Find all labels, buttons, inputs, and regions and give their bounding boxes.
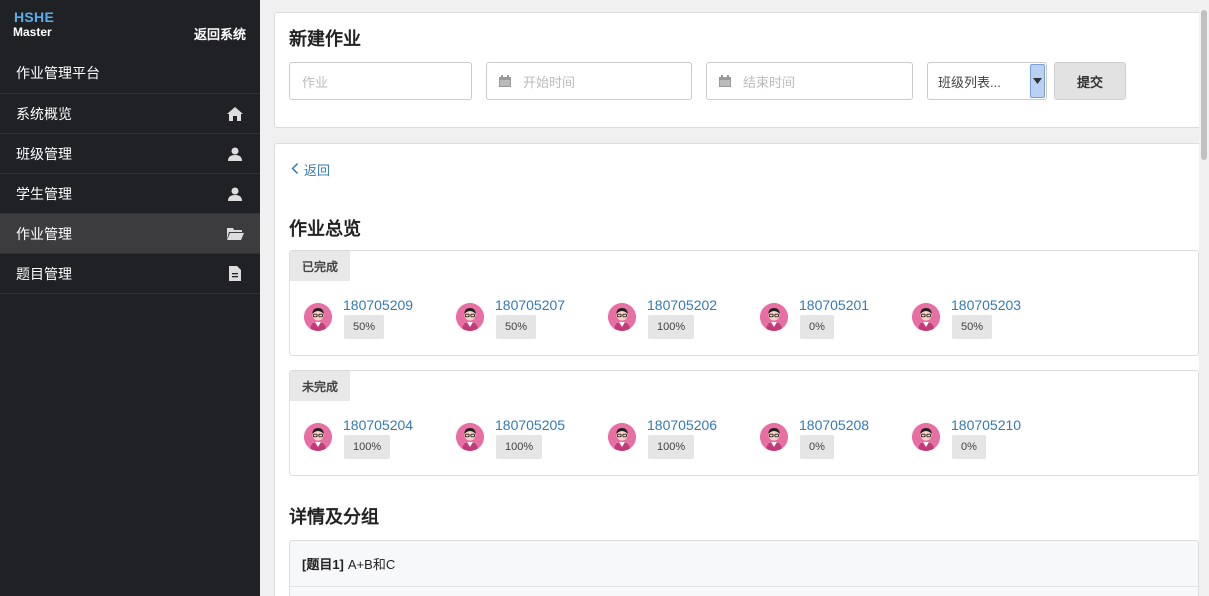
platform-title: 作业管理平台 (0, 54, 260, 94)
incomplete-group: 未完成 180705204 100% 180705205 100% 180705206 1… (289, 370, 1199, 476)
main-content: 新建作业 作业 开始时间 结束时间 班级列表... 提交 返回 作业总览 已完成… (260, 0, 1209, 596)
avatar (912, 423, 940, 451)
sidebar: HSHE Master 返回系统 作业管理平台 系统概览 班级管理 学生管理 作… (0, 0, 260, 596)
sidebar-item-label: 学生管理 (16, 185, 72, 202)
student-item: 180705202 100% (608, 295, 748, 339)
progress-badge: 50% (344, 315, 385, 339)
sidebar-item-label: 班级管理 (16, 145, 72, 162)
student-id-link[interactable]: 180705210 (951, 417, 1021, 433)
student-item: 180705201 0% (760, 295, 900, 339)
chevron-left-icon (291, 162, 304, 177)
sidebar-item-label: 题目管理 (16, 265, 72, 282)
submit-button[interactable]: 提交 (1054, 62, 1126, 100)
question-title: A+B和C (347, 557, 396, 572)
incomplete-tag: 未完成 (290, 371, 351, 401)
class-select-value: 班级列表... (938, 74, 1001, 90)
progress-badge: 0% (952, 435, 986, 459)
sidebar-item-student[interactable]: 学生管理 (0, 174, 260, 214)
home-icon (226, 105, 244, 123)
avatar (608, 423, 636, 451)
student-item: 180705203 50% (912, 295, 1052, 339)
student-id-link[interactable]: 180705205 (495, 417, 565, 433)
question-header[interactable]: [题目1] A+B和C (290, 541, 1198, 587)
file-icon (226, 265, 244, 283)
avatar (912, 303, 940, 331)
chevron-down-icon[interactable] (1030, 64, 1045, 98)
homework-name-placeholder: 作业 (302, 74, 329, 90)
homework-overview-card: 返回 作业总览 已完成 180705209 50% 180705207 50% 1807… (274, 143, 1209, 596)
completed-tag: 已完成 (290, 251, 351, 281)
student-item: 180705210 0% (912, 415, 1052, 459)
brand-subtitle: Master (13, 25, 52, 39)
progress-badge: 0% (800, 435, 834, 459)
progress-badge: 50% (496, 315, 537, 339)
class-select[interactable]: 班级列表... (927, 62, 1047, 100)
progress-badge: 50% (952, 315, 993, 339)
progress-badge: 100% (344, 435, 391, 459)
progress-badge: 100% (648, 315, 695, 339)
overview-title: 作业总览 (289, 219, 361, 239)
avatar (456, 303, 484, 331)
calendar-icon (719, 75, 731, 87)
student-item: 180705206 100% (608, 415, 748, 459)
back-label: 返回 (304, 163, 331, 178)
sidebar-item-class[interactable]: 班级管理 (0, 134, 260, 174)
sidebar-item-question[interactable]: 题目管理 (0, 254, 260, 294)
avatar (608, 303, 636, 331)
new-homework-card: 新建作业 作业 开始时间 结束时间 班级列表... 提交 (274, 12, 1209, 128)
back-link[interactable]: 返回 (291, 160, 330, 179)
question-tag: [题目1] (302, 557, 344, 572)
back-to-system-link[interactable]: 返回系统 (194, 24, 246, 43)
scrollbar-thumb[interactable] (1201, 10, 1207, 160)
sidebar-item-label: 系统概览 (16, 105, 72, 122)
student-id-link[interactable]: 180705209 (343, 297, 413, 313)
avatar (304, 303, 332, 331)
student-id-link[interactable]: 180705201 (799, 297, 869, 313)
user-icon (226, 185, 244, 203)
progress-badge: 0% (800, 315, 834, 339)
end-time-input[interactable]: 结束时间 (706, 62, 913, 100)
avatar (456, 423, 484, 451)
student-id-link[interactable]: 180705207 (495, 297, 565, 313)
student-id-link[interactable]: 180705202 (647, 297, 717, 313)
student-item: 180705208 0% (760, 415, 900, 459)
avatar (760, 303, 788, 331)
sidebar-item-overview[interactable]: 系统概览 (0, 94, 260, 134)
user-icon (226, 145, 244, 163)
student-id-link[interactable]: 180705206 (647, 417, 717, 433)
sidebar-item-homework[interactable]: 作业管理 (0, 214, 260, 254)
completed-group: 已完成 180705209 50% 180705207 50% 180705202 100… (289, 250, 1199, 356)
student-id-link[interactable]: 180705204 (343, 417, 413, 433)
homework-name-input[interactable]: 作业 (289, 62, 472, 100)
student-item: 180705204 100% (304, 415, 444, 459)
student-id-link[interactable]: 180705208 (799, 417, 869, 433)
calendar-icon (499, 75, 511, 87)
sidebar-item-label: 作业管理 (16, 225, 72, 242)
avatar (304, 423, 332, 451)
student-item: 180705207 50% (456, 295, 596, 339)
question-panel: [题目1] A+B和C (289, 540, 1199, 596)
start-time-input[interactable]: 开始时间 (486, 62, 692, 100)
start-time-placeholder: 开始时间 (523, 74, 576, 90)
end-time-placeholder: 结束时间 (743, 74, 796, 90)
brand: HSHE Master 返回系统 (0, 0, 260, 54)
details-title: 详情及分组 (289, 507, 379, 527)
new-homework-title: 新建作业 (289, 29, 361, 49)
progress-badge: 100% (496, 435, 543, 459)
student-item: 180705209 50% (304, 295, 444, 339)
page-scrollbar[interactable] (1199, 0, 1209, 596)
folder-open-icon (226, 225, 244, 243)
progress-badge: 100% (648, 435, 695, 459)
student-item: 180705205 100% (456, 415, 596, 459)
avatar (760, 423, 788, 451)
brand-title: HSHE (14, 9, 55, 25)
student-id-link[interactable]: 180705203 (951, 297, 1021, 313)
